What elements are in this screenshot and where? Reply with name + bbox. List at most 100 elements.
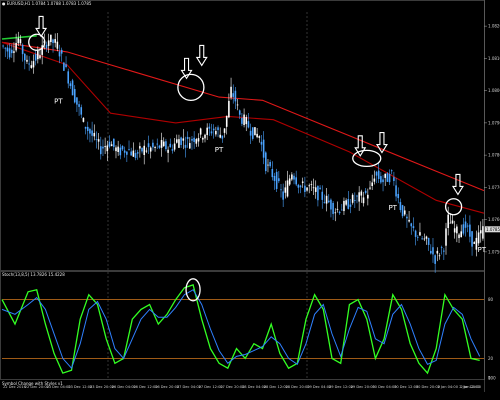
candle-body bbox=[82, 117, 85, 122]
candle-body bbox=[97, 139, 100, 142]
candle-body bbox=[232, 93, 235, 97]
candle-body bbox=[395, 185, 397, 197]
candle-body bbox=[327, 200, 330, 203]
candle-body bbox=[330, 199, 332, 210]
candle-body bbox=[451, 220, 454, 224]
candle-body bbox=[284, 187, 287, 193]
candle-body bbox=[141, 147, 143, 152]
candle-body bbox=[325, 195, 328, 204]
candle-body bbox=[45, 44, 48, 49]
time-axis-tick-label: 2 Jan 04:00 bbox=[438, 385, 459, 389]
candle-body bbox=[123, 150, 126, 153]
candle-body bbox=[434, 255, 436, 264]
candle-body bbox=[282, 191, 284, 200]
candle-body bbox=[69, 83, 72, 87]
candle-body bbox=[299, 185, 302, 188]
candle-body bbox=[436, 250, 439, 254]
candle-body bbox=[117, 146, 119, 152]
price-axis-tick-label: 1.0750 bbox=[488, 249, 500, 254]
candle-body bbox=[202, 137, 204, 140]
candle-body bbox=[47, 40, 50, 46]
candle-body bbox=[293, 175, 295, 180]
candle-body bbox=[26, 59, 28, 62]
candle-body bbox=[443, 250, 445, 252]
candle-body bbox=[215, 130, 217, 135]
candle-body bbox=[39, 55, 41, 59]
candle-body bbox=[301, 181, 304, 183]
candle-body bbox=[173, 143, 176, 150]
time-axis-tick-label: 22 Dec 2016 bbox=[3, 385, 27, 389]
time-axis-tick-label: 2 Jan 20:00 bbox=[461, 385, 482, 389]
candle-body bbox=[482, 226, 484, 239]
candle-body bbox=[184, 144, 187, 148]
candle-body bbox=[71, 80, 74, 96]
price-panel-frame bbox=[0, 0, 485, 271]
candle-body bbox=[15, 42, 17, 51]
candle-body bbox=[65, 64, 67, 68]
candle-body bbox=[30, 65, 33, 68]
candle-body bbox=[432, 247, 434, 255]
profit-target-label: PT bbox=[215, 146, 224, 154]
candle-body bbox=[264, 152, 267, 172]
candle-body bbox=[223, 128, 226, 133]
candle-body bbox=[471, 231, 473, 247]
indicator-axis-tick-label: 80 bbox=[488, 297, 494, 302]
candle-body bbox=[234, 90, 237, 102]
price-axis-tick-label: 1.0810 bbox=[488, 56, 500, 61]
candle-body bbox=[6, 47, 9, 52]
candle-body bbox=[388, 173, 391, 183]
candle-body bbox=[308, 185, 311, 187]
candle-body bbox=[410, 223, 413, 227]
candle-body bbox=[423, 238, 426, 240]
candle-body bbox=[280, 189, 282, 191]
candle-body bbox=[208, 126, 211, 129]
candle-body bbox=[106, 145, 109, 152]
candle-body bbox=[390, 170, 393, 172]
candle-body bbox=[351, 194, 354, 203]
candle-body bbox=[56, 41, 59, 49]
candle-body bbox=[104, 146, 106, 148]
candle-body bbox=[210, 131, 213, 134]
candle-body bbox=[397, 193, 400, 199]
candle-body bbox=[243, 114, 245, 125]
candle-body bbox=[115, 147, 117, 152]
candle-body bbox=[152, 142, 154, 148]
candle-body bbox=[349, 204, 352, 207]
candle-body bbox=[158, 145, 161, 148]
candle-body bbox=[312, 187, 315, 189]
candle-body bbox=[241, 117, 243, 124]
candle-body bbox=[93, 132, 96, 137]
candle-body bbox=[479, 230, 482, 234]
candle-body bbox=[186, 136, 189, 139]
profit-target-label: PT bbox=[477, 246, 486, 254]
candle-body bbox=[334, 212, 337, 214]
candle-body bbox=[347, 199, 350, 209]
candle-body bbox=[275, 171, 278, 189]
candle-body bbox=[456, 226, 458, 234]
candle-body bbox=[10, 49, 13, 54]
candle-body bbox=[291, 174, 293, 180]
candle-body bbox=[221, 135, 224, 139]
candle-body bbox=[143, 145, 146, 156]
candle-body bbox=[50, 34, 52, 43]
candle-body bbox=[149, 147, 152, 152]
candle-body bbox=[139, 146, 141, 149]
candle-body bbox=[58, 51, 61, 57]
candle-body bbox=[219, 134, 222, 138]
candle-body bbox=[76, 97, 78, 105]
price-chart[interactable]: 1.0820 1.0810 1.0800 1.0790 1.0780 1.0770 1.07… bbox=[0, 0, 500, 400]
candle-body bbox=[340, 209, 343, 211]
candle-body bbox=[356, 195, 358, 197]
candle-body bbox=[28, 63, 30, 65]
moving-average-line bbox=[1, 41, 485, 192]
candle-body bbox=[462, 224, 465, 234]
candle-body bbox=[271, 169, 274, 178]
candle-body bbox=[34, 54, 37, 61]
annotation-circle bbox=[352, 149, 382, 168]
candle-body bbox=[430, 250, 432, 254]
candle-body bbox=[469, 224, 471, 237]
candle-body bbox=[191, 138, 193, 141]
candle-body bbox=[238, 110, 241, 115]
candle-body bbox=[321, 191, 324, 200]
candle-body bbox=[386, 173, 389, 182]
